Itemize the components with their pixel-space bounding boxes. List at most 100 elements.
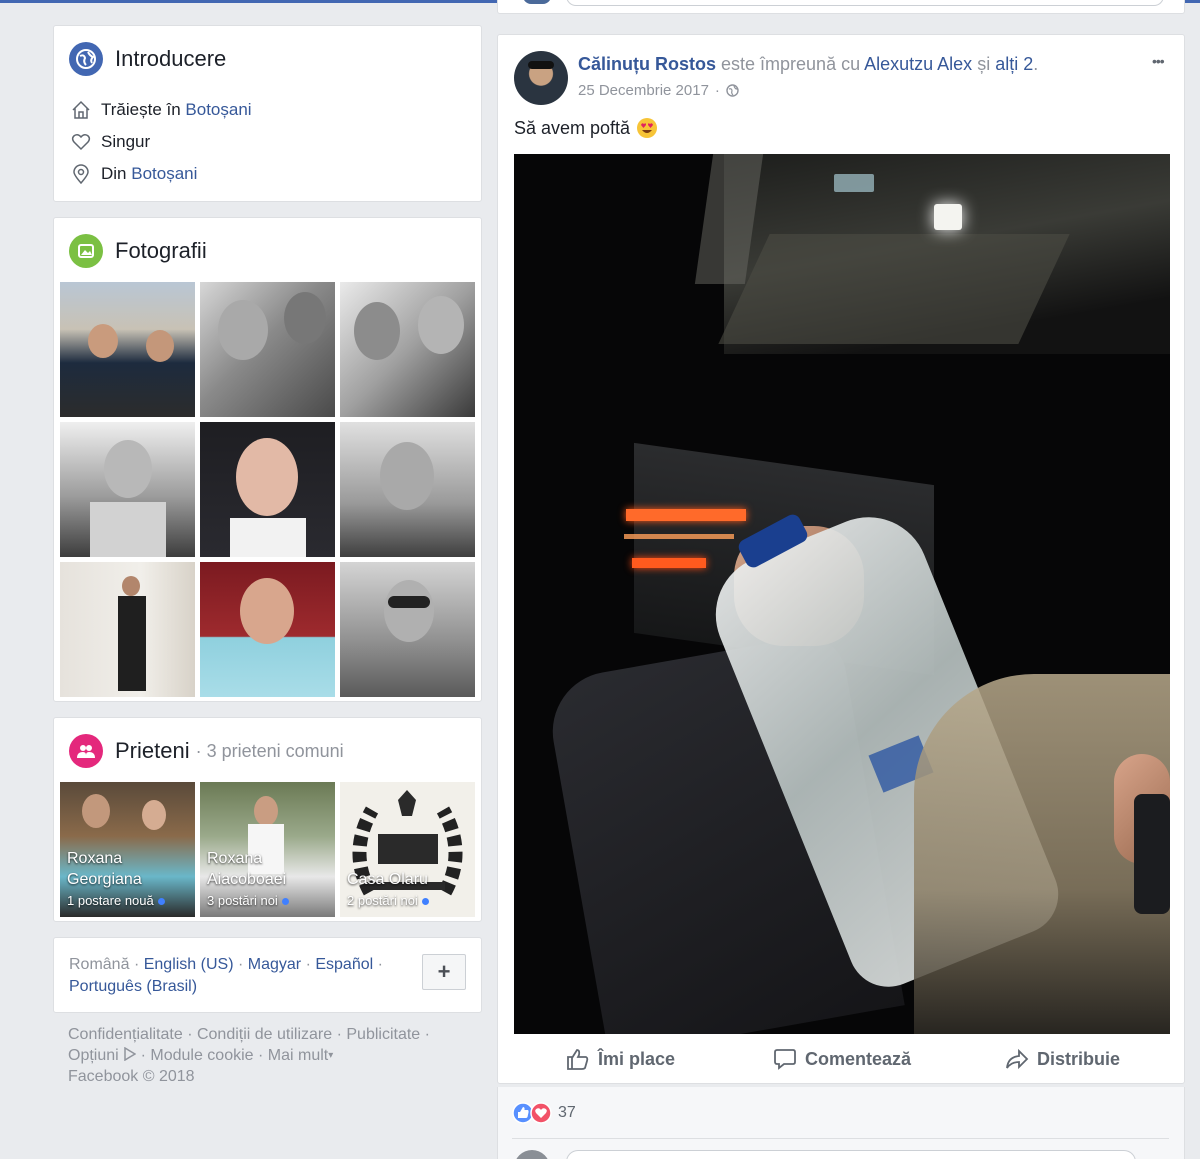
photo-thumbnail[interactable] [200,562,335,697]
photos-icon [69,234,103,268]
post-author-link[interactable]: Călinuțu Rostos [578,54,716,74]
post-others-link[interactable]: alți 2 [995,54,1033,74]
photo-thumbnail[interactable] [340,562,475,697]
footer-cookies-link[interactable]: Module cookie [150,1047,253,1064]
heart-eyes-emoji-icon [637,118,658,138]
intro-lives-row: Trăiește în Botoșani [71,100,252,120]
composer-card-remnant [497,0,1185,14]
photo-thumbnail[interactable] [200,282,335,417]
language-link[interactable]: English (US) [144,956,234,973]
public-globe-icon[interactable] [726,84,739,97]
intro-lives-city-link[interactable]: Botoșani [185,100,251,120]
photos-title: Fotografii [115,238,207,263]
love-reaction-icon [530,1102,552,1124]
footer-copyright: Facebook © 2018 [68,1068,195,1085]
intro-card: Introducere Trăiește în Botoșani Singur … [53,25,482,202]
photo-thumbnail[interactable] [200,422,335,557]
friend-tile[interactable]: Roxana Georgiana 1 postare nouă [60,782,195,917]
dropdown-caret-icon[interactable]: ▾ [328,1050,333,1061]
composer-input[interactable] [566,0,1164,6]
intro-from-row: Din Botoșani [71,164,197,184]
comment-input[interactable] [566,1150,1136,1159]
photo-thumbnail[interactable] [60,562,195,697]
friend-tile[interactable]: Casa Olaru 2 postări noi [340,782,475,917]
post-date-link[interactable]: 25 Decembrie 2017 [578,82,709,99]
share-label: Distribuie [1037,1048,1121,1069]
post-and-text: și [977,54,991,74]
photo-thumbnail[interactable] [60,422,195,557]
composer-avatar [523,0,551,4]
post-card: Călinuțu Rostos este împreună cu Alexutz… [497,34,1185,1084]
friend-new-posts: 2 postări noi [347,893,418,908]
like-button[interactable]: Îmi place [566,1047,675,1071]
photo-thumbnail[interactable] [340,282,475,417]
thumbs-up-icon [567,1049,589,1070]
language-current: Română [69,956,130,973]
post-meta: 25 Decembrie 2017 · [578,82,739,99]
share-icon [1006,1048,1029,1070]
separator: · [305,956,311,973]
separator: · [133,956,140,973]
footer-more-link[interactable]: Mai mult [268,1047,328,1064]
friend-new-posts: 3 postări noi [207,893,278,908]
photos-card: Fotografii [53,217,482,702]
footer-options-link[interactable]: Opțiuni [68,1047,119,1064]
separator: · [237,956,244,973]
intro-relationship: Singur [101,132,151,151]
intro-relationship-row: Singur [71,132,150,152]
post-with-text: este împreună cu [721,54,861,74]
author-avatar[interactable] [514,51,568,105]
reactions-panel-background [497,1087,1185,1159]
post-tagged-link[interactable]: Alexutzu Alex [864,54,972,74]
photo-thumbnail[interactable] [340,422,475,557]
add-language-button[interactable]: + [422,954,466,990]
heart-icon [71,134,91,151]
home-icon [72,100,90,119]
intro-lives-prefix: Trăiește în [101,100,186,119]
intro-from-prefix: Din [101,164,132,183]
languages-card: Română · English (US) · Magyar · Español… [53,937,482,1013]
reactions-count[interactable]: 37 [558,1104,576,1122]
friend-name[interactable]: Roxana [67,848,165,869]
language-link[interactable]: Português (Brasil) [69,978,197,995]
friends-card: Prieteni · 3 prieteni comuni Roxana Geor… [53,717,482,922]
photo-thumbnail[interactable] [60,282,195,417]
post-photo[interactable] [514,154,1170,1034]
footer-privacy-link[interactable]: Confidențialitate [68,1026,183,1043]
comment-label: Comentează [805,1048,912,1069]
friend-name[interactable]: Casa Olaru [347,869,429,890]
language-link[interactable]: Magyar [248,956,301,973]
new-posts-dot-icon [421,898,429,906]
languages-list: Română · English (US) · Magyar · Español… [69,954,409,998]
friend-new-posts: 1 postare nouă [67,893,154,908]
footer-links: Confidențialitate · Condiții de utilizar… [68,1026,430,1085]
comment-button[interactable]: Comentează [773,1047,911,1071]
footer-ads-link[interactable]: Publicitate [346,1026,420,1043]
share-button[interactable]: Distribuie [1005,1047,1120,1071]
globe-icon [69,42,103,76]
comment-icon [774,1049,796,1070]
friends-mutual-count[interactable]: · 3 prieteni comuni [196,741,344,762]
friends-icon [69,734,103,768]
new-posts-dot-icon [157,898,165,906]
post-text: Să avem poftă [514,117,658,139]
post-header: Călinuțu Rostos este împreună cu Alexutz… [578,54,1039,74]
friend-name[interactable]: Georgiana [67,869,165,890]
new-posts-dot-icon [281,898,289,906]
friend-tile[interactable]: Roxana Aiacoboaei 3 postări noi [200,782,335,917]
separator: · [377,956,383,973]
post-options-button[interactable]: ••• [1152,53,1165,69]
ad-choices-icon[interactable] [123,1046,137,1062]
footer-terms-link[interactable]: Condiții de utilizare [197,1026,332,1043]
reactions-divider [512,1138,1169,1139]
friend-name[interactable]: Aiacoboaei [207,869,289,890]
friends-title: Prieteni [115,738,190,763]
comment-avatar [514,1150,550,1159]
intro-title: Introducere [115,46,227,71]
intro-from-city-link[interactable]: Botoșani [131,164,197,184]
language-link[interactable]: Español [315,956,373,973]
reactions-bar[interactable]: 37 [512,1102,576,1124]
post-text-content: Să avem poftă [514,117,631,138]
friend-name[interactable]: Roxana [207,848,289,869]
location-pin-icon [73,164,89,184]
